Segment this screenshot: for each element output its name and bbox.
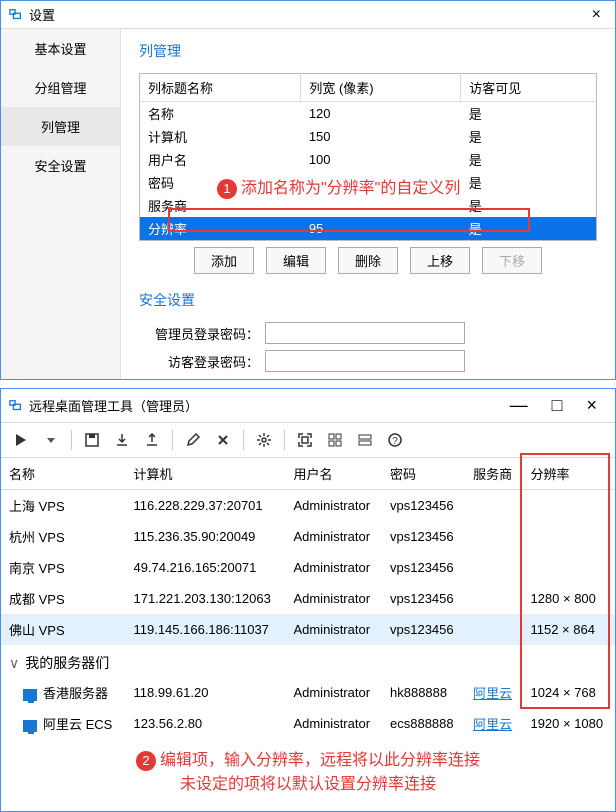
server-row[interactable]: 阿里云 ECS123.56.2.80Administratorecs888888…: [1, 708, 615, 739]
data-header[interactable]: 名称: [1, 458, 125, 490]
settings-window: 设置 × 基本设置分组管理列管理安全设置 列管理 列标题名称列宽 (像素)访客可…: [0, 0, 616, 380]
sidebar-item-2[interactable]: 列管理: [1, 107, 120, 146]
save-icon[interactable]: [78, 427, 106, 453]
col-row[interactable]: 名称120是: [140, 102, 597, 126]
settings-sidebar: 基本设置分组管理列管理安全设置: [1, 29, 121, 379]
columns-table: 列标题名称列宽 (像素)访客可见 名称120是计算机150是用户名100是密码是…: [139, 73, 597, 241]
monitor-icon: [23, 689, 37, 701]
server-row[interactable]: 香港服务器118.99.61.20Administratorhk888888阿里…: [1, 677, 615, 708]
edit-button[interactable]: 编辑: [266, 247, 326, 274]
provider-link[interactable]: 阿里云: [473, 717, 512, 732]
close-icon[interactable]: ×: [576, 393, 607, 418]
annotation-2: 2编辑项，输入分辨率，远程将以此分辨率连接 未设定的项将以默认设置分辨率连接: [1, 739, 615, 811]
settings-titlebar: 设置 ×: [1, 1, 615, 29]
server-row[interactable]: 佛山 VPS119.145.166.186:11037Administrator…: [1, 614, 615, 645]
data-header[interactable]: 密码: [382, 458, 465, 490]
data-header[interactable]: 分辨率: [522, 458, 615, 490]
settings-title: 设置: [29, 5, 586, 24]
columns-button-row: 添加 编辑 删除 上移 下移: [139, 247, 597, 274]
guest-pwd-input[interactable]: [265, 350, 465, 372]
main-window: 远程桌面管理工具（管理员） ― □ × ? 名称计算机用户名密码服务商分辨率 上…: [0, 388, 616, 812]
grid-icon[interactable]: [321, 427, 349, 453]
server-row[interactable]: 成都 VPS171.221.203.130:12063Administrator…: [1, 583, 615, 614]
col-row[interactable]: 服务商是: [140, 194, 597, 217]
tile-icon[interactable]: [351, 427, 379, 453]
col-row[interactable]: 计算机150是: [140, 125, 597, 148]
col-header: 列标题名称: [140, 74, 301, 102]
group-row[interactable]: ∨我的服务器们: [1, 645, 615, 677]
section-title-columns: 列管理: [139, 41, 597, 61]
provider-link[interactable]: 阿里云: [473, 686, 512, 701]
guest-pwd-label: 访客登录密码：: [139, 352, 259, 371]
help-icon[interactable]: ?: [381, 427, 409, 453]
data-header[interactable]: 用户名: [285, 458, 382, 490]
export-icon[interactable]: [138, 427, 166, 453]
svg-text:?: ?: [392, 436, 398, 447]
monitor-icon: [23, 720, 37, 732]
col-header: 访客可见: [461, 74, 597, 102]
play-icon[interactable]: [7, 427, 35, 453]
col-row[interactable]: 用户名100是: [140, 148, 597, 171]
dropdown-icon[interactable]: [37, 427, 65, 453]
col-row[interactable]: 分辨率95是: [140, 217, 597, 241]
chevron-down-icon: ∨: [9, 655, 19, 671]
sidebar-item-1[interactable]: 分组管理: [1, 68, 120, 107]
move-up-button[interactable]: 上移: [410, 247, 470, 274]
delete-icon[interactable]: [209, 427, 237, 453]
maximize-icon[interactable]: □: [542, 393, 573, 418]
minimize-icon[interactable]: ―: [500, 393, 538, 418]
servers-table: 名称计算机用户名密码服务商分辨率 上海 VPS116.228.229.37:20…: [1, 458, 615, 739]
import-icon[interactable]: [108, 427, 136, 453]
main-toolbar: ?: [1, 423, 615, 458]
edit-icon[interactable]: [179, 427, 207, 453]
sidebar-item-3[interactable]: 安全设置: [1, 146, 120, 185]
delete-button[interactable]: 删除: [338, 247, 398, 274]
data-header[interactable]: 服务商: [465, 458, 522, 490]
app-icon: [9, 8, 23, 22]
admin-pwd-input[interactable]: [265, 322, 465, 344]
server-row[interactable]: 上海 VPS116.228.229.37:20701Administratorv…: [1, 490, 615, 522]
sidebar-item-0[interactable]: 基本设置: [1, 29, 120, 68]
col-row[interactable]: 密码是: [140, 171, 597, 194]
close-icon[interactable]: ×: [586, 6, 607, 24]
settings-icon[interactable]: [250, 427, 278, 453]
section-title-security: 安全设置: [139, 290, 597, 310]
server-row[interactable]: 杭州 VPS115.236.35.90:20049Administratorvp…: [1, 521, 615, 552]
main-title: 远程桌面管理工具（管理员）: [29, 396, 500, 415]
col-header: 列宽 (像素): [301, 74, 461, 102]
data-header[interactable]: 计算机: [125, 458, 285, 490]
app-icon: [9, 399, 23, 413]
add-button[interactable]: 添加: [194, 247, 254, 274]
main-titlebar: 远程桌面管理工具（管理员） ― □ ×: [1, 389, 615, 423]
server-row[interactable]: 南京 VPS49.74.216.165:20071Administratorvp…: [1, 552, 615, 583]
admin-pwd-label: 管理员登录密码：: [139, 324, 259, 343]
move-down-button[interactable]: 下移: [482, 247, 542, 274]
fullscreen-icon[interactable]: [291, 427, 319, 453]
